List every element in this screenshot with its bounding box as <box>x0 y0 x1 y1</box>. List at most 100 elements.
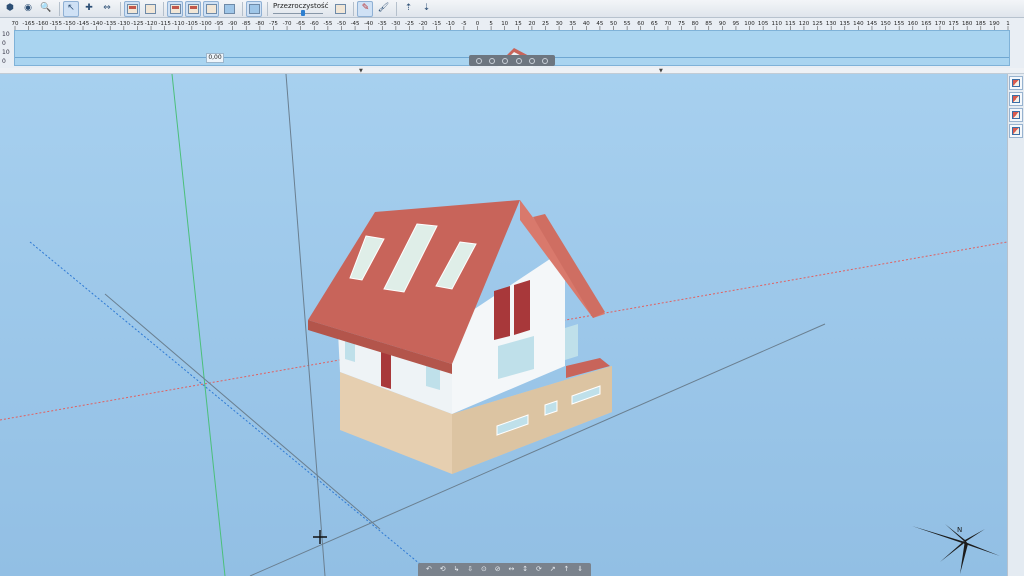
nav-rotate-icon[interactable]: ⟲ <box>440 566 446 573</box>
gable-shutter <box>514 280 530 335</box>
wall-view-button[interactable] <box>167 0 183 17</box>
slider-thumb[interactable] <box>301 9 305 16</box>
ruler-label: 185 <box>976 21 987 27</box>
nav-down-icon[interactable]: ⇩ <box>467 566 473 573</box>
ruler-label: -165 <box>22 21 35 27</box>
gable-shutter <box>494 286 510 340</box>
ruler-label: -55 <box>323 21 332 27</box>
3d-viewport[interactable]: N <box>0 74 1007 576</box>
ruler-label: -35 <box>378 21 387 27</box>
elevation-button[interactable] <box>1009 108 1023 122</box>
compass-rose-icon[interactable]: N <box>912 524 1000 574</box>
origin-marker <box>313 530 327 544</box>
toolbar-separator <box>163 1 164 16</box>
terrain-icon <box>223 3 235 14</box>
ruler-label: -115 <box>158 21 171 27</box>
ruler-label: 120 <box>799 21 810 27</box>
vertical-ruler-label: 0 <box>2 58 6 65</box>
nav-pan-horizontal-icon[interactable]: ↔ <box>508 566 514 573</box>
strip-tool-icon[interactable] <box>502 57 509 64</box>
layers-icon[interactable]: ◉ <box>20 1 36 17</box>
ruler-label: 150 <box>880 21 891 27</box>
horizontal-ruler: 70 -165 -160 -155 -150 -145 -140 -135 -130 -125 -1… <box>12 21 1010 30</box>
transparency-label: Przezroczystość <box>273 1 329 10</box>
ruler-label: 55 <box>624 21 631 27</box>
coordinate-field[interactable]: 0,00 <box>206 53 224 63</box>
nav-undo-icon[interactable]: ↶ <box>426 566 432 573</box>
ruler-label: 70 <box>664 21 671 27</box>
nav-orbit-icon[interactable]: ⟳ <box>536 566 542 573</box>
vertical-ruler: 10 0 10 0 <box>2 30 12 66</box>
section-button[interactable] <box>1009 92 1023 106</box>
ruler-label: 45 <box>596 21 603 27</box>
basement-view-button[interactable] <box>203 0 219 17</box>
nav-reset-icon[interactable]: ⊘ <box>495 566 501 573</box>
ruler-label: -90 <box>228 21 237 27</box>
nav-center-icon[interactable]: ⊙ <box>481 566 487 573</box>
ruler-label: -50 <box>337 21 346 27</box>
ruler-label: -75 <box>269 21 278 27</box>
transparency-slider[interactable] <box>273 9 323 16</box>
ruler-label: -30 <box>391 21 400 27</box>
nav-pan-vertical-icon[interactable]: ↕ <box>522 566 528 573</box>
terrain-view-button[interactable] <box>221 1 237 17</box>
select-pointer-icon[interactable]: ↖ <box>63 0 79 17</box>
ruler-label: 35 <box>569 21 576 27</box>
add-element-icon[interactable]: ✚ <box>81 1 97 17</box>
brush-button[interactable]: 🖌 <box>375 1 391 17</box>
ruler-label: -85 <box>242 21 251 27</box>
toolbar-separator <box>120 1 121 16</box>
app-window: ⬢ ◉ 🔍 ↖ ✚ ⇔ Przezroczystość ✎ 🖌 ⇡ ⇣ 70 -… <box>0 0 1024 576</box>
view-3d-icon[interactable]: ⬢ <box>2 1 18 17</box>
level-up-button[interactable]: ⇡ <box>400 1 416 17</box>
ruler-label: 10 <box>501 21 508 27</box>
nav-up-icon[interactable]: ↑ <box>563 566 569 573</box>
ruler-label: -20 <box>419 21 428 27</box>
transparency-options-icon <box>334 3 346 14</box>
ruler-label: -15 <box>432 21 441 27</box>
roof-view-button[interactable] <box>124 0 140 17</box>
ruler-label: 60 <box>637 21 644 27</box>
ruler-label: -95 <box>215 21 224 27</box>
floor-view-button[interactable] <box>142 1 158 17</box>
ruler-label: 20 <box>528 21 535 27</box>
ruler-label: 85 <box>705 21 712 27</box>
storey-icon <box>187 3 199 14</box>
measure-icon[interactable]: ⇔ <box>99 1 115 17</box>
ruler-label: 40 <box>583 21 590 27</box>
ruler-label: -125 <box>131 21 144 27</box>
ruler-label: 30 <box>556 21 563 27</box>
view-orientation-button[interactable] <box>1009 76 1023 90</box>
ruler-label: -145 <box>77 21 90 27</box>
ruler-label: 140 <box>853 21 864 27</box>
level-down-button[interactable]: ⇣ <box>418 1 434 17</box>
strip-tool-icon[interactable] <box>475 57 482 64</box>
ruler-label: 70 <box>12 21 19 27</box>
ruler-label: -70 <box>283 21 292 27</box>
nav-zoom-extent-icon[interactable]: ↗ <box>550 566 556 573</box>
ruler-label: 110 <box>772 21 783 27</box>
nav-floor-icon[interactable]: ⇓ <box>577 566 583 573</box>
ruler-label: -25 <box>405 21 414 27</box>
storey-view-button[interactable] <box>185 0 201 17</box>
strip-tool-icon[interactable] <box>515 57 522 64</box>
strip-tool-icon[interactable] <box>528 57 535 64</box>
section-icon <box>1012 95 1020 103</box>
window-view-button[interactable] <box>246 0 262 17</box>
ruler-label: 170 <box>935 21 946 27</box>
nav-step-icon[interactable]: ↳ <box>453 566 459 573</box>
zoom-icon[interactable]: 🔍 <box>38 1 54 17</box>
side-toolbar <box>1007 74 1024 576</box>
house-model[interactable] <box>308 200 612 474</box>
ruler-label: -10 <box>446 21 455 27</box>
ruler-label: 135 <box>840 21 851 27</box>
strip-tool-icon[interactable] <box>542 57 549 64</box>
transparency-options-button[interactable] <box>332 1 348 17</box>
render-options-button[interactable] <box>1009 124 1023 138</box>
strip-tool-icon[interactable] <box>488 57 495 64</box>
toolbar-separator <box>353 1 355 16</box>
paint-button[interactable]: ✎ <box>357 0 374 17</box>
3d-scene[interactable]: N <box>0 74 1007 576</box>
ruler-label: 80 <box>692 21 699 27</box>
toolbar-separator <box>396 1 398 16</box>
